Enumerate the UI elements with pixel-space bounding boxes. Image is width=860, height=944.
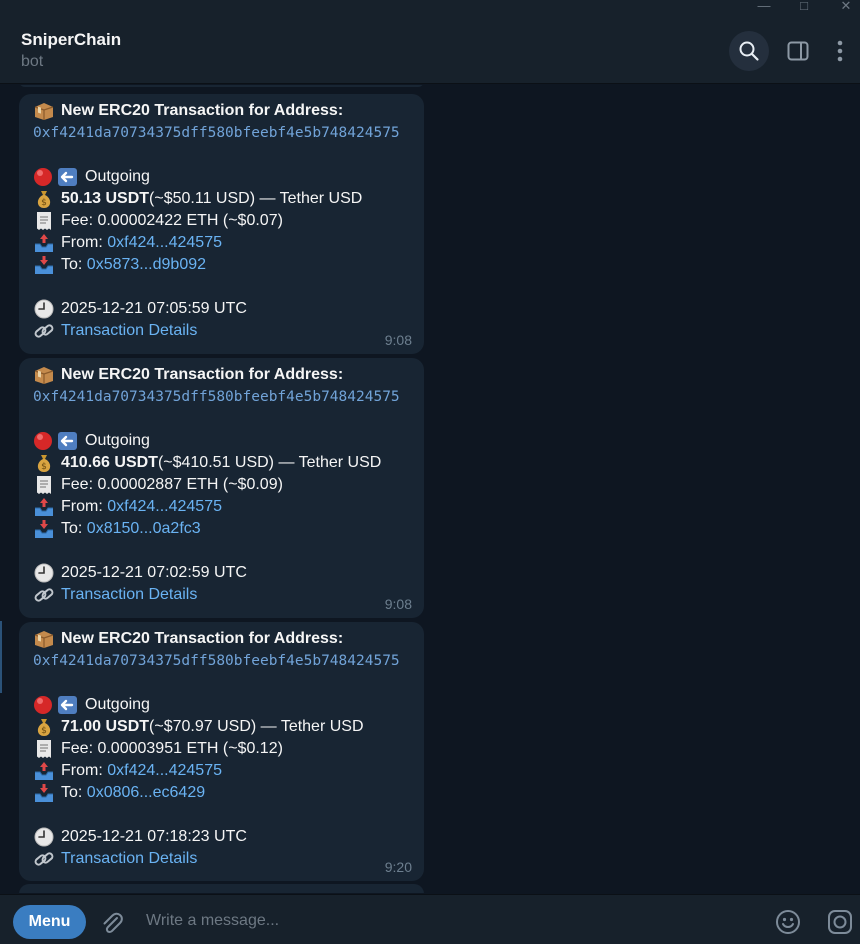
search-button[interactable]	[729, 31, 769, 71]
message-bubble-partial	[19, 85, 424, 87]
direction-label: Outgoing	[85, 432, 150, 449]
message-bubble[interactable]: New ERC20 Transaction for Address: 0xf42…	[19, 622, 424, 881]
sidebar-toggle-button[interactable]	[778, 31, 818, 71]
timestamp-text: 2025-12-21 07:05:59 UTC	[61, 300, 247, 317]
fee-text: Fee: 0.00003951 ETH (~$0.12)	[61, 740, 283, 757]
amount-value: 410.66 USDT	[61, 454, 158, 471]
receipt-icon	[37, 212, 51, 230]
message-composer: Menu Write a message...	[0, 894, 860, 944]
package-icon	[34, 103, 54, 120]
amount-value: 71.00 USDT	[61, 718, 150, 735]
address-mono[interactable]: 0xf4241da70734375dff580bfeebf4e5b7484245…	[33, 386, 400, 408]
direction-label: Outgoing	[85, 168, 150, 185]
money-bag-icon: $	[37, 455, 51, 472]
message-time: 9:20	[384, 859, 412, 875]
timestamp-text: 2025-12-21 07:02:59 UTC	[61, 564, 247, 581]
amount-description: (~$410.51 USD) — Tether USD	[157, 454, 382, 471]
clock-icon	[34, 299, 54, 319]
fee-text: Fee: 0.00002887 ETH (~$0.09)	[61, 476, 283, 493]
timestamp-text: 2025-12-21 07:18:23 UTC	[61, 828, 247, 845]
to-label: To:	[61, 520, 83, 537]
inbox-tray-icon	[35, 520, 53, 538]
paperclip-icon[interactable]	[99, 908, 127, 936]
from-label: From:	[61, 498, 103, 515]
link-icon	[34, 324, 54, 338]
close-icon[interactable]: ✕	[834, 0, 858, 14]
red-circle-left-arrow-icon	[34, 696, 77, 714]
to-address-link[interactable]: 0x8150...0a2fc3	[87, 518, 201, 540]
chat-status: bot	[21, 53, 44, 70]
to-label: To:	[61, 256, 83, 273]
more-options-button[interactable]	[820, 31, 860, 71]
search-icon	[739, 41, 759, 61]
message-title: New ERC20 Transaction for Address:	[61, 102, 344, 119]
red-circle-left-arrow-icon	[34, 168, 77, 186]
maximize-icon[interactable]: □	[792, 0, 816, 14]
address-mono[interactable]: 0xf4241da70734375dff580bfeebf4e5b7484245…	[33, 650, 400, 672]
emoji-icon[interactable]	[774, 908, 802, 936]
transaction-details-link[interactable]: Transaction Details	[61, 584, 197, 606]
red-circle-left-arrow-icon	[34, 432, 77, 450]
fee-text: Fee: 0.00002422 ETH (~$0.07)	[61, 212, 283, 229]
message-list[interactable]: New ERC20 Transaction for Address: 0xf42…	[0, 85, 860, 893]
direction-label: Outgoing	[85, 696, 150, 713]
chat-header: SniperChain bot	[0, 18, 860, 84]
from-label: From:	[61, 762, 103, 779]
money-bag-icon: $	[37, 719, 51, 736]
svg-text:$: $	[41, 462, 47, 472]
chat-name[interactable]: SniperChain	[21, 30, 121, 50]
outbox-tray-icon	[35, 234, 53, 252]
outbox-tray-icon	[35, 762, 53, 780]
clock-icon	[34, 563, 54, 583]
inbox-tray-icon	[35, 256, 53, 274]
address-mono[interactable]: 0xf4241da70734375dff580bfeebf4e5b7484245…	[33, 122, 400, 144]
amount-description: (~$50.11 USD) — Tether USD	[149, 190, 363, 207]
message-bubble-partial	[19, 884, 424, 893]
sidebar-icon	[787, 41, 809, 61]
to-address-link[interactable]: 0x0806...ec6429	[87, 782, 205, 804]
amount-value: 50.13 USDT	[61, 190, 150, 207]
svg-text:$: $	[41, 726, 47, 736]
message-time: 9:08	[384, 332, 412, 348]
message-bubble[interactable]: New ERC20 Transaction for Address: 0xf42…	[19, 358, 424, 618]
to-address-link[interactable]: 0x5873...d9b092	[87, 254, 206, 276]
menu-button[interactable]: Menu	[13, 905, 86, 939]
from-address-link[interactable]: 0xf424...424575	[107, 232, 222, 254]
minimize-icon[interactable]: —	[752, 0, 776, 14]
clock-icon	[34, 827, 54, 847]
window-titlebar: — □ ✕	[0, 0, 860, 18]
to-label: To:	[61, 784, 83, 801]
package-icon	[34, 631, 54, 648]
more-vertical-icon	[837, 40, 843, 62]
message-input[interactable]: Write a message...	[146, 912, 279, 930]
svg-text:$: $	[41, 198, 47, 208]
receipt-icon	[37, 740, 51, 758]
amount-description: (~$70.97 USD) — Tether USD	[149, 718, 364, 735]
camera-icon[interactable]	[826, 908, 854, 936]
money-bag-icon: $	[37, 191, 51, 208]
link-icon	[34, 588, 54, 602]
receipt-icon	[37, 476, 51, 494]
message-time: 9:08	[384, 596, 412, 612]
message-title: New ERC20 Transaction for Address:	[61, 366, 344, 383]
package-icon	[34, 367, 54, 384]
inbox-tray-icon	[35, 784, 53, 802]
from-address-link[interactable]: 0xf424...424575	[107, 760, 222, 782]
selection-marker	[0, 621, 2, 693]
outbox-tray-icon	[35, 498, 53, 516]
from-address-link[interactable]: 0xf424...424575	[107, 496, 222, 518]
transaction-details-link[interactable]: Transaction Details	[61, 320, 197, 342]
message-title: New ERC20 Transaction for Address:	[61, 630, 344, 647]
link-icon	[34, 852, 54, 866]
from-label: From:	[61, 234, 103, 251]
message-bubble[interactable]: New ERC20 Transaction for Address: 0xf42…	[19, 94, 424, 354]
transaction-details-link[interactable]: Transaction Details	[61, 848, 197, 870]
